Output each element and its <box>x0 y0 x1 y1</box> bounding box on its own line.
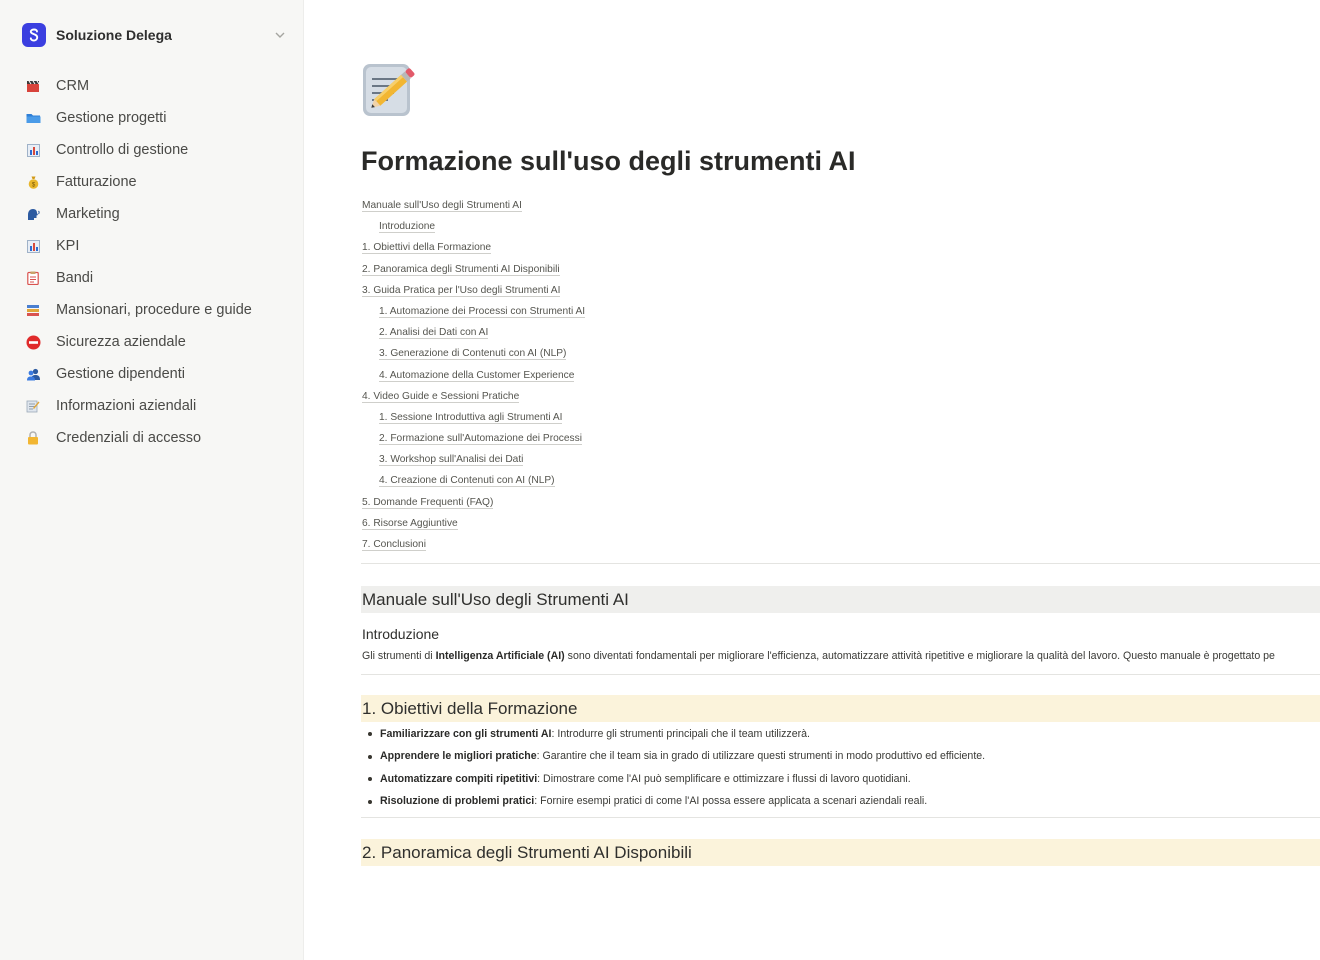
toc-link[interactable]: 2. Analisi dei Dati con AI <box>362 324 962 345</box>
no-entry-icon <box>24 333 42 351</box>
toc-link[interactable]: 7. Conclusioni <box>362 536 962 557</box>
toc-link[interactable]: 2. Panoramica degli Strumenti AI Disponi… <box>362 261 962 282</box>
memo-icon <box>24 397 42 415</box>
sidebar-item-marketing[interactable]: Marketing <box>24 198 294 230</box>
list-item: Risoluzione di problemi pratici: Fornire… <box>362 791 985 814</box>
heading-manuale: Manuale sull'Uso degli Strumenti AI <box>361 586 1320 613</box>
bar-chart-icon <box>24 141 42 159</box>
toc-link[interactable]: 1. Sessione Introduttiva agli Strumenti … <box>362 409 962 430</box>
folder-icon <box>24 109 42 127</box>
workspace-name: Soluzione Delega <box>56 27 172 43</box>
heading-panoramica: 2. Panoramica degli Strumenti AI Disponi… <box>361 839 1320 866</box>
divider <box>361 563 1320 564</box>
lock-icon <box>24 429 42 447</box>
list-item: Automatizzare compiti ripetitivi: Dimost… <box>362 768 985 791</box>
sidebar-item-credenziali-di-accesso[interactable]: Credenziali di accesso <box>24 422 294 454</box>
toc-link[interactable]: 3. Generazione di Contenuti con AI (NLP) <box>362 345 962 366</box>
page-content: Formazione sull'uso degli strumenti AI M… <box>304 0 1320 960</box>
table-of-contents: Manuale sull'Uso degli Strumenti AI Intr… <box>362 197 962 557</box>
toc-link[interactable]: 4. Automazione della Customer Experience <box>362 367 962 388</box>
sidebar-item-controllo-di-gestione[interactable]: Controllo di gestione <box>24 134 294 166</box>
heading-obiettivi: 1. Obiettivi della Formazione <box>361 695 1320 722</box>
money-bag-icon: $ <box>24 173 42 191</box>
list-item: Apprendere le migliori pratiche: Garanti… <box>362 746 985 769</box>
toc-link[interactable]: 3. Guida Pratica per l'Uso degli Strumen… <box>362 282 962 303</box>
clipboard-icon <box>24 269 42 287</box>
intro-paragraph: Gli strumenti di Intelligenza Artificial… <box>362 650 1275 662</box>
toc-link[interactable]: 4. Creazione di Contenuti con AI (NLP) <box>362 472 962 493</box>
sidebar-item-sicurezza-aziendale[interactable]: Sicurezza aziendale <box>24 326 294 358</box>
workspace-switcher[interactable]: Soluzione Delega <box>22 22 294 48</box>
chevron-down-icon[interactable] <box>270 25 290 45</box>
sidebar: Soluzione Delega CRM Gestione progetti C… <box>0 0 304 960</box>
toc-link[interactable]: 6. Risorse Aggiuntive <box>362 515 962 536</box>
toc-link[interactable]: 1. Automazione dei Processi con Strument… <box>362 303 962 324</box>
workspace-logo-icon <box>22 23 46 47</box>
bullet-icon <box>368 732 372 737</box>
sidebar-item-bandi[interactable]: Bandi <box>24 262 294 294</box>
bar-chart-icon <box>24 237 42 255</box>
page-title: Formazione sull'uso degli strumenti AI <box>361 146 856 176</box>
divider <box>361 817 1320 818</box>
sidebar-item-informazioni-aziendali[interactable]: Informazioni aziendali <box>24 390 294 422</box>
bullet-icon <box>368 777 372 782</box>
toc-link[interactable]: 4. Video Guide e Sessioni Pratiche <box>362 388 962 409</box>
list-item: Familiarizzare con gli strumenti AI: Int… <box>362 723 985 746</box>
film-clapper-icon <box>24 77 42 95</box>
books-icon <box>24 301 42 319</box>
sidebar-item-crm[interactable]: CRM <box>24 70 294 102</box>
objectives-list: Familiarizzare con gli strumenti AI: Int… <box>362 723 985 813</box>
people-icon <box>24 365 42 383</box>
sidebar-item-gestione-dipendenti[interactable]: Gestione dipendenti <box>24 358 294 390</box>
bullet-icon <box>368 754 372 759</box>
toc-link[interactable]: 5. Domande Frequenti (FAQ) <box>362 494 962 515</box>
toc-link[interactable]: 2. Formazione sull'Automazione dei Proce… <box>362 430 962 451</box>
speaking-head-icon <box>24 205 42 223</box>
sidebar-item-mansionari[interactable]: Mansionari, procedure e guide <box>24 294 294 326</box>
memo-pencil-icon[interactable] <box>362 60 418 118</box>
sidebar-item-fatturazione[interactable]: $ Fatturazione <box>24 166 294 198</box>
toc-link[interactable]: Introduzione <box>362 218 962 239</box>
sidebar-item-gestione-progetti[interactable]: Gestione progetti <box>24 102 294 134</box>
divider <box>361 674 1320 675</box>
heading-introduzione: Introduzione <box>362 626 440 642</box>
bullet-icon <box>368 799 372 804</box>
toc-link[interactable]: 3. Workshop sull'Analisi dei Dati <box>362 451 962 472</box>
sidebar-nav: CRM Gestione progetti Controllo di gesti… <box>24 70 294 454</box>
toc-link[interactable]: Manuale sull'Uso degli Strumenti AI <box>362 197 962 218</box>
toc-link[interactable]: 1. Obiettivi della Formazione <box>362 239 962 260</box>
sidebar-item-kpi[interactable]: KPI <box>24 230 294 262</box>
